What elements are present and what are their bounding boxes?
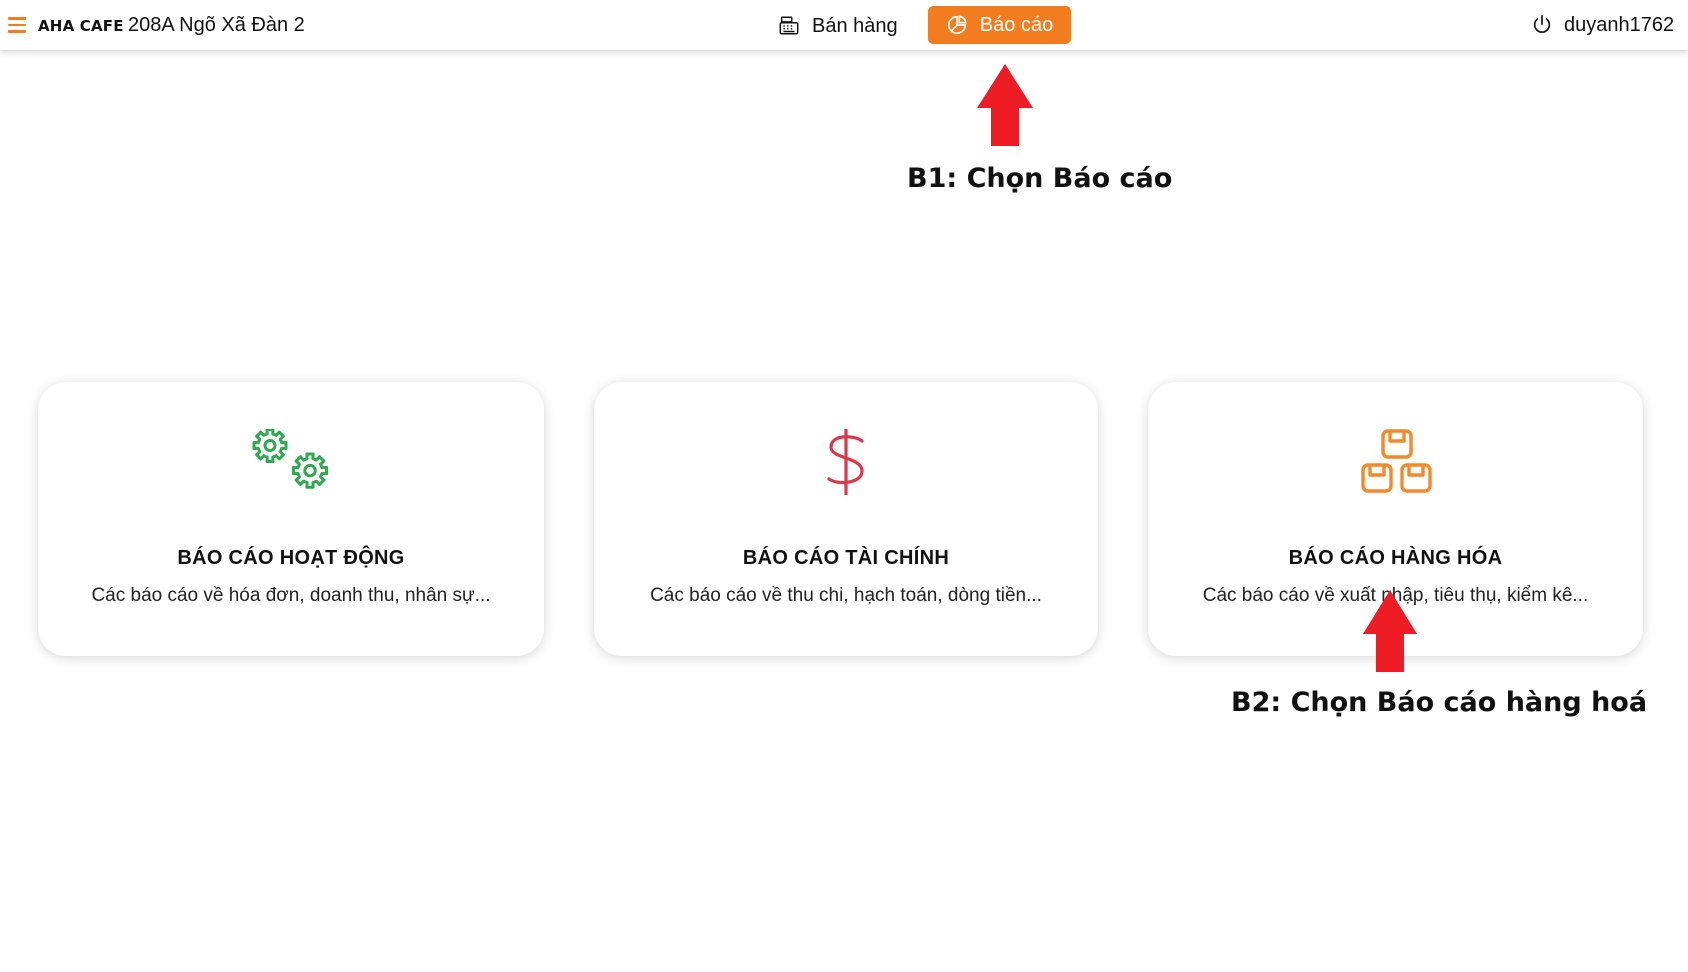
card-description: Các báo cáo về thu chi, hạch toán, dòng … — [650, 585, 1042, 606]
card-finance-report[interactable]: BÁO CÁO TÀI CHÍNH Các báo cáo về thu chi… — [594, 382, 1098, 656]
pie-chart-icon — [947, 15, 967, 35]
brand-logo: AHA CAFE — [38, 17, 124, 35]
branch-name: 208A Ngõ Xã Đàn 2 — [128, 14, 305, 36]
step1-instruction: B1: Chọn Báo cáo — [907, 163, 1173, 194]
nav-report-button[interactable]: Báo cáo — [928, 6, 1071, 44]
gears-icon — [252, 429, 329, 489]
card-title: BÁO CÁO HOẠT ĐỘNG — [177, 547, 405, 569]
step2-instruction: B2: Chọn Báo cáo hàng hoá — [1231, 687, 1648, 718]
card-activity-report[interactable]: BÁO CÁO HOẠT ĐỘNG Các báo cáo về hóa đơn… — [38, 382, 544, 656]
boxes-icon — [1360, 429, 1432, 493]
nav-report-label: Báo cáo — [979, 13, 1054, 36]
nav-sales-label: Bán hàng — [812, 14, 898, 37]
dollar-icon — [827, 429, 864, 495]
card-title: BÁO CÁO HÀNG HÓA — [1288, 547, 1503, 569]
nav-sales-button[interactable]: Bán hàng — [778, 13, 898, 39]
card-title: BÁO CÁO TÀI CHÍNH — [742, 547, 950, 569]
cash-register-icon — [779, 16, 799, 35]
top-navbar: AHA CAFE 208A Ngõ Xã Đàn 2 Bán hàng Báo … — [0, 0, 1688, 50]
power-icon[interactable] — [1531, 14, 1553, 36]
hamburger-menu-icon[interactable] — [8, 17, 26, 33]
annotation-arrow-up-icon — [1363, 590, 1417, 672]
card-description: Các báo cáo về hóa đơn, doanh thu, nhân … — [91, 585, 491, 606]
username[interactable]: duyanh1762 — [1564, 14, 1674, 37]
annotation-arrow-up-icon — [977, 64, 1033, 146]
